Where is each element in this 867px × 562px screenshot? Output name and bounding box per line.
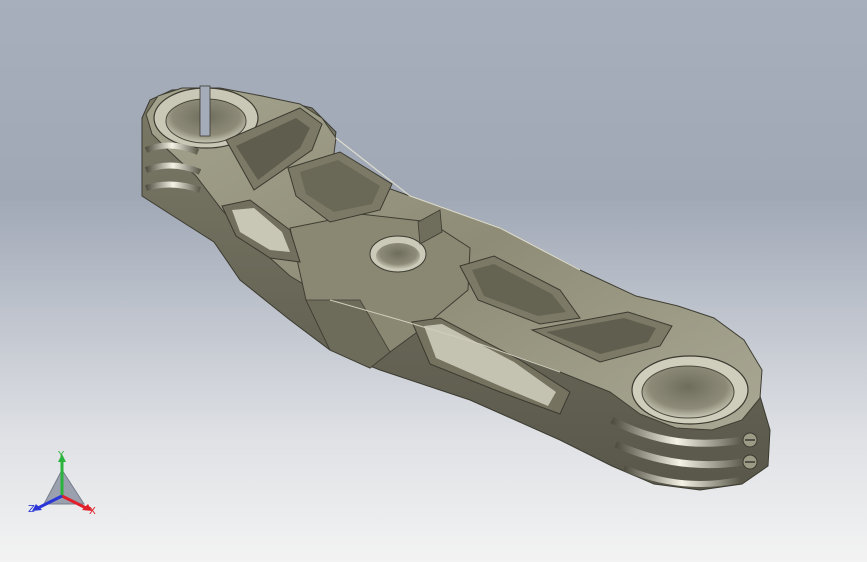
z-axis-label: Z — [28, 504, 35, 515]
graphics-viewport[interactable]: Y X Z — [0, 0, 867, 562]
left-clamp-slit — [199, 85, 211, 137]
x-axis-label: X — [89, 506, 96, 517]
y-axis-label: Y — [58, 450, 65, 461]
triple-clamp-part[interactable] — [0, 0, 867, 562]
